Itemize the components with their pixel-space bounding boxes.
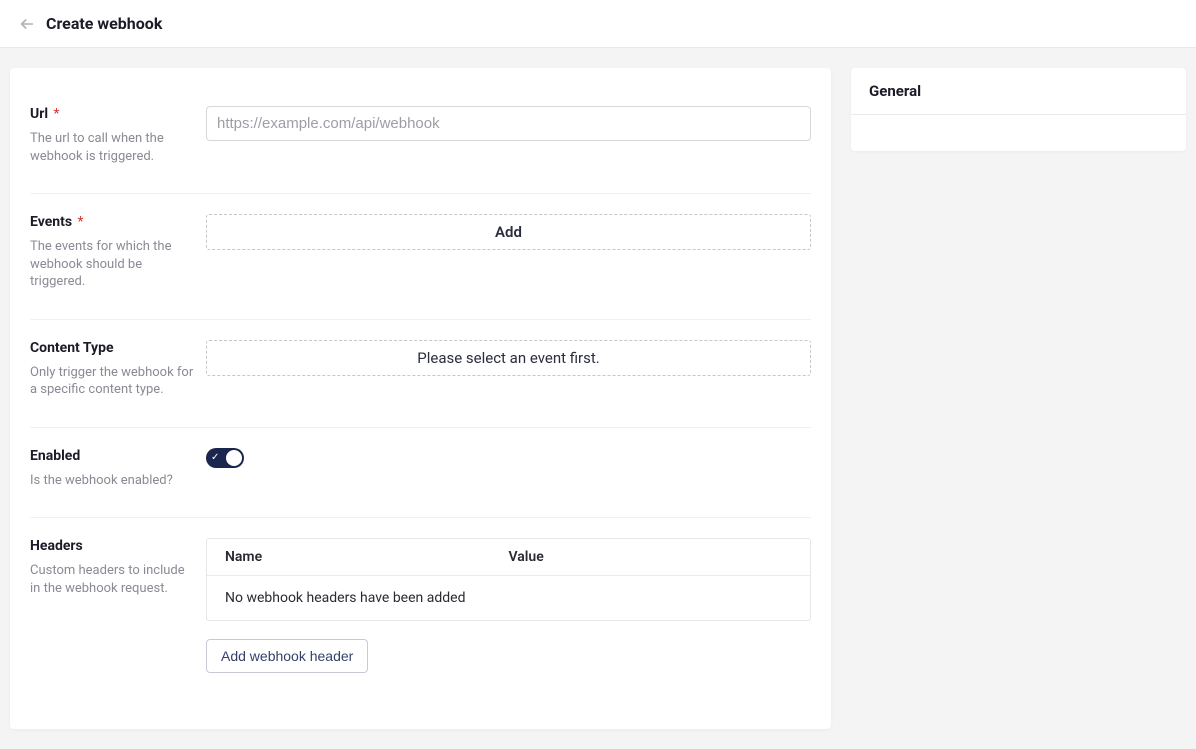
enabled-label: Enabled <box>30 448 80 464</box>
add-event-button[interactable]: Add <box>206 214 811 250</box>
form-row-enabled: Enabled Is the webhook enabled? ✓ <box>30 428 811 519</box>
url-input[interactable] <box>206 106 811 141</box>
headers-empty-text: No webhook headers have been added <box>207 576 810 620</box>
form-row-events: Events * The events for which the webhoo… <box>30 194 811 320</box>
enabled-toggle[interactable]: ✓ <box>206 448 244 468</box>
side-card-title: General <box>851 68 1186 115</box>
events-label: Events <box>30 214 72 230</box>
toggle-knob <box>226 450 242 466</box>
headers-col-value: Value <box>509 549 793 565</box>
enabled-description: Is the webhook enabled? <box>30 472 196 490</box>
content-type-label: Content Type <box>30 340 114 356</box>
url-required-mark: * <box>54 106 60 122</box>
headers-table-head: Name Value <box>207 539 810 576</box>
content-type-description: Only trigger the webhook for a specific … <box>30 364 196 399</box>
main-form-card: Url * The url to call when the webhook i… <box>10 68 831 729</box>
url-label: Url <box>30 106 48 122</box>
url-description: The url to call when the webhook is trig… <box>30 130 196 165</box>
form-row-content-type: Content Type Only trigger the webhook fo… <box>30 320 811 428</box>
side-card-general: General <box>851 68 1186 151</box>
content-type-placeholder: Please select an event first. <box>206 340 811 376</box>
headers-description: Custom headers to include in the webhook… <box>30 562 196 597</box>
check-icon: ✓ <box>211 451 219 465</box>
events-required-mark: * <box>78 214 84 230</box>
headers-label: Headers <box>30 538 83 554</box>
add-webhook-header-button[interactable]: Add webhook header <box>206 639 368 673</box>
back-arrow-icon[interactable] <box>18 15 36 33</box>
events-description: The events for which the webhook should … <box>30 238 196 291</box>
headers-col-name: Name <box>225 549 509 565</box>
headers-table: Name Value No webhook headers have been … <box>206 538 811 621</box>
form-row-headers: Headers Custom headers to include in the… <box>30 518 811 701</box>
form-row-url: Url * The url to call when the webhook i… <box>30 86 811 194</box>
page-title: Create webhook <box>46 14 162 33</box>
side-card-body <box>851 115 1186 151</box>
top-bar: Create webhook <box>0 0 1196 48</box>
